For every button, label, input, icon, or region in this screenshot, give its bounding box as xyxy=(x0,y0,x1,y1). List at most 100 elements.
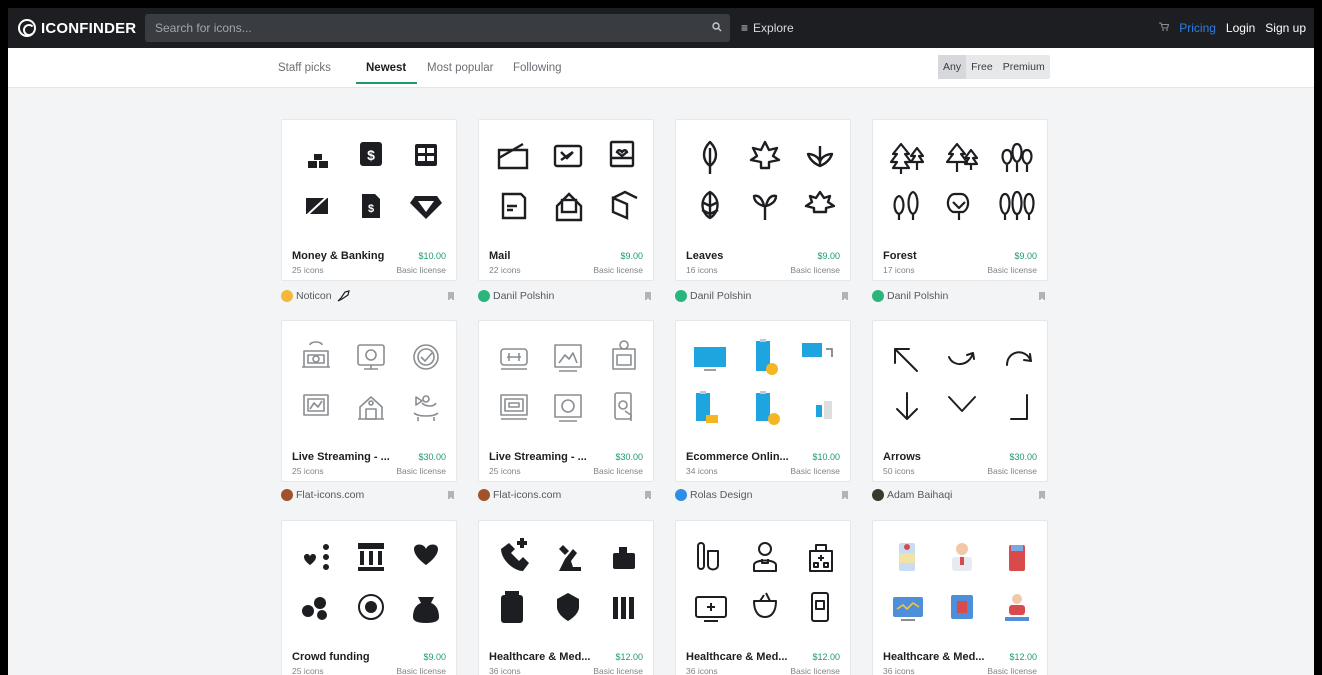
avatar xyxy=(872,489,884,501)
hamburger-icon: ≡ xyxy=(741,21,749,35)
mail-preview-icons xyxy=(497,140,638,222)
card-icon-count: 22 icons xyxy=(489,265,521,275)
iconset-card[interactable]: Live Streaming - ... $30.00 25 icons Bas… xyxy=(478,320,654,482)
card-icon-count: 34 icons xyxy=(686,466,718,476)
tab-staff-picks[interactable]: Staff picks xyxy=(278,48,331,88)
bookmark-icon[interactable] xyxy=(448,292,454,301)
tab-most-popular[interactable]: Most popular xyxy=(427,48,493,88)
iconfinder-logo[interactable]: ICONFINDER xyxy=(18,19,136,37)
author-link[interactable]: Danil Polshin xyxy=(872,289,948,303)
card-price: $30.00 xyxy=(418,452,446,462)
avatar xyxy=(675,489,687,501)
search-input[interactable] xyxy=(145,21,704,35)
card-title: Live Streaming - ... xyxy=(489,451,587,463)
forest-preview-icons xyxy=(889,142,1035,220)
card-license: Basic license xyxy=(396,265,446,275)
iconset-card[interactable]: Healthcare & Med... $12.00 36 icons Basi… xyxy=(675,520,851,675)
iconset-card[interactable]: $ $ Money & Banking $10.00 25 icons Basi… xyxy=(281,119,457,281)
filter-premium[interactable]: Premium xyxy=(998,55,1050,79)
sort-tabs-bar: Staff picks Newest Most popular Followin… xyxy=(8,48,1314,88)
tab-newest[interactable]: Newest xyxy=(355,48,418,88)
avatar xyxy=(675,290,687,302)
iconset-card[interactable]: Arrows $30.00 50 icons Basic license xyxy=(872,320,1048,482)
iconset-card[interactable]: Mail $9.00 22 icons Basic license xyxy=(478,119,654,281)
avatar xyxy=(281,290,293,302)
money-banking-preview-icons: $ $ xyxy=(303,142,442,219)
author-name: Flat-icons.com xyxy=(493,489,562,501)
tab-following[interactable]: Following xyxy=(513,48,562,88)
signup-link[interactable]: Sign up xyxy=(1265,21,1306,35)
card-price: $9.00 xyxy=(1014,251,1037,261)
card-title: Healthcare & Med... xyxy=(489,651,591,663)
card-license: Basic license xyxy=(396,466,446,476)
author-name: Rolas Design xyxy=(690,489,753,501)
healthcare-preview-icons xyxy=(501,538,635,623)
author-name: Noticon xyxy=(296,290,332,302)
author-link[interactable]: Noticon xyxy=(281,289,350,303)
explore-menu-button[interactable]: ≡ Explore xyxy=(741,8,794,48)
filter-free[interactable]: Free xyxy=(966,55,998,79)
iconset-card[interactable]: Healthcare & Med... $12.00 36 icons Basi… xyxy=(478,520,654,675)
iconset-card[interactable]: Crowd funding $9.00 25 icons Basic licen… xyxy=(281,520,457,675)
card-license: Basic license xyxy=(790,466,840,476)
card-price: $10.00 xyxy=(812,452,840,462)
card-title: Money & Banking xyxy=(292,250,385,262)
pricing-link[interactable]: Pricing xyxy=(1179,21,1216,35)
bookmark-icon[interactable] xyxy=(842,292,848,301)
author-link[interactable]: Flat-icons.com xyxy=(478,488,561,502)
top-navbar: ICONFINDER ≡ Explore Pricing Login Sign … xyxy=(8,8,1314,48)
card-title: Arrows xyxy=(883,451,921,463)
iconset-card[interactable]: Healthcare & Med... $12.00 36 icons Basi… xyxy=(872,520,1048,675)
card-price: $9.00 xyxy=(817,251,840,261)
bookmark-icon[interactable] xyxy=(645,491,651,500)
avatar xyxy=(281,489,293,501)
author-link[interactable]: Danil Polshin xyxy=(675,289,751,303)
card-icon-count: 17 icons xyxy=(883,265,915,275)
iconset-card[interactable]: Forest $9.00 17 icons Basic license xyxy=(872,119,1048,281)
bookmark-icon[interactable] xyxy=(842,491,848,500)
iconset-card[interactable]: Ecommerce Onlin... $10.00 34 icons Basic… xyxy=(675,320,851,482)
author-link[interactable]: Flat-icons.com xyxy=(281,488,364,502)
card-license: Basic license xyxy=(396,666,446,675)
card-price: $9.00 xyxy=(620,251,643,261)
card-price: $10.00 xyxy=(418,251,446,261)
filter-any[interactable]: Any xyxy=(938,55,967,79)
search-icon[interactable] xyxy=(704,21,730,35)
login-link[interactable]: Login xyxy=(1226,21,1255,35)
browser-viewport: ICONFINDER ≡ Explore Pricing Login Sign … xyxy=(8,8,1314,675)
card-icon-count: 36 icons xyxy=(883,666,915,675)
card-license: Basic license xyxy=(987,265,1037,275)
author-link[interactable]: Rolas Design xyxy=(675,488,752,502)
account-nav: Pricing Login Sign up xyxy=(1159,8,1306,48)
card-price: $12.00 xyxy=(812,652,840,662)
ecommerce-preview-icons xyxy=(694,339,833,425)
card-title: Healthcare & Med... xyxy=(883,651,985,663)
cart-icon[interactable] xyxy=(1159,22,1170,34)
bookmark-icon[interactable] xyxy=(448,491,454,500)
bookmark-icon[interactable] xyxy=(645,292,651,301)
rocket-icon xyxy=(337,290,350,302)
iconset-card[interactable]: Leaves $9.00 16 icons Basic license xyxy=(675,119,851,281)
license-filter: Any Free Premium xyxy=(938,55,1050,79)
card-title: Crowd funding xyxy=(292,651,370,663)
card-license: Basic license xyxy=(987,466,1037,476)
card-title: Forest xyxy=(883,250,917,262)
search-bar xyxy=(145,14,730,42)
card-price: $12.00 xyxy=(615,652,643,662)
bookmark-icon[interactable] xyxy=(1039,292,1045,301)
card-price: $12.00 xyxy=(1009,652,1037,662)
author-link[interactable]: Adam Baihaqi xyxy=(872,488,952,502)
card-icon-count: 25 icons xyxy=(489,466,521,476)
card-title: Healthcare & Med... xyxy=(686,651,788,663)
card-title: Mail xyxy=(489,250,511,262)
svg-text:$: $ xyxy=(368,203,374,215)
card-license: Basic license xyxy=(987,666,1037,675)
iconset-card[interactable]: Live Streaming - ... $30.00 25 icons Bas… xyxy=(281,320,457,482)
card-price: $30.00 xyxy=(1009,452,1037,462)
avatar xyxy=(478,290,490,302)
avatar xyxy=(872,290,884,302)
bookmark-icon[interactable] xyxy=(1039,491,1045,500)
card-icon-count: 25 icons xyxy=(292,666,324,675)
leaves-preview-icons xyxy=(701,140,836,220)
author-link[interactable]: Danil Polshin xyxy=(478,289,554,303)
